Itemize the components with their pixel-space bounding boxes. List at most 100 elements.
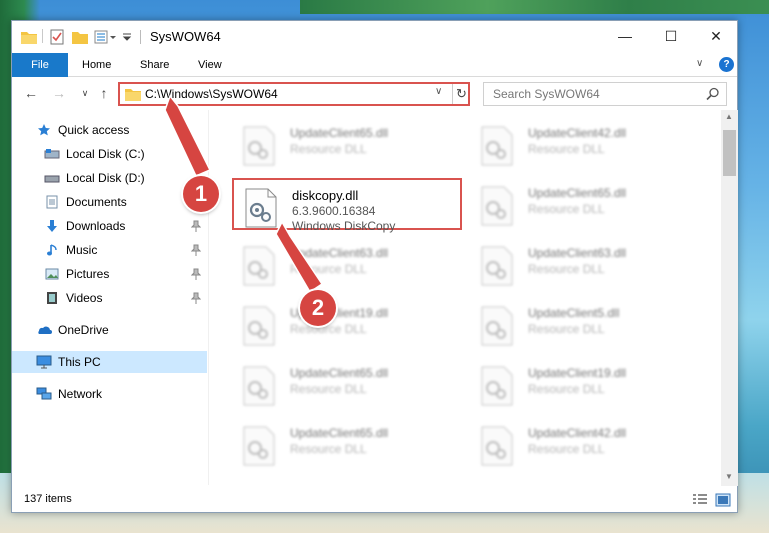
search-placeholder: Search SysWOW64 xyxy=(493,87,600,101)
sidebar-item-label: Documents xyxy=(66,195,127,209)
details-view-icon[interactable] xyxy=(692,493,708,507)
back-button[interactable]: ← xyxy=(22,85,40,101)
refresh-button[interactable]: ↻ xyxy=(452,84,470,104)
new-folder-icon[interactable] xyxy=(72,29,88,45)
file-name: diskcopy.dll xyxy=(292,188,359,203)
sidebar-item-documents[interactable]: Documents xyxy=(12,191,207,213)
file-description: Resource DLL xyxy=(528,382,605,396)
list-item[interactable]: UpdateClient65.dll Resource DLL xyxy=(232,418,462,470)
tab-file[interactable]: File xyxy=(12,53,68,77)
list-item[interactable]: UpdateClient65.dll Resource DLL xyxy=(232,118,462,170)
file-description: Resource DLL xyxy=(528,442,605,456)
list-item-diskcopy[interactable]: diskcopy.dll 6.3.9600.16384 Windows Disk… xyxy=(232,178,462,233)
dll-file-icon xyxy=(480,426,514,466)
dll-file-icon xyxy=(480,246,514,286)
file-description: Resource DLL xyxy=(528,262,605,276)
sidebar-item-label: Local Disk (D:) xyxy=(66,171,145,185)
list-item[interactable]: UpdateClient65.dll Resource DLL xyxy=(232,358,462,410)
sidebar-item-label: Videos xyxy=(66,291,103,305)
computer-icon xyxy=(36,354,52,370)
status-bar: 137 items xyxy=(12,487,737,513)
sidebar-item-local-disk-d[interactable]: Local Disk (D:) xyxy=(12,167,207,189)
dll-file-icon xyxy=(244,188,278,228)
list-item[interactable]: UpdateClient5.dll Resource DLL xyxy=(470,298,700,350)
forward-button[interactable]: → xyxy=(50,85,68,101)
dll-file-icon xyxy=(242,126,276,166)
file-name: UpdateClient65.dll xyxy=(290,126,389,140)
title-separator xyxy=(140,30,141,44)
recent-locations-button[interactable]: ∨ xyxy=(76,85,94,101)
file-description: Resource DLL xyxy=(290,442,367,456)
file-description: Resource DLL xyxy=(528,322,605,336)
dll-file-icon xyxy=(242,306,276,346)
file-name: UpdateClient65.dll xyxy=(290,366,389,380)
sidebar-item-label: OneDrive xyxy=(58,323,109,337)
list-item[interactable]: UpdateClient63.dll Resource DLL xyxy=(232,238,462,290)
file-name: UpdateClient63.dll xyxy=(528,246,627,260)
address-history-dropdown[interactable]: ∨ xyxy=(435,86,442,97)
tab-view[interactable]: View xyxy=(186,53,234,77)
vertical-scrollbar[interactable]: ▲ ▼ xyxy=(721,110,738,486)
expand-ribbon-icon[interactable]: ∨ xyxy=(696,58,703,69)
list-item[interactable]: UpdateClient65.dll Resource DLL xyxy=(470,178,700,230)
folder-icon xyxy=(21,29,37,45)
search-icon[interactable] xyxy=(706,87,720,101)
sidebar-item-onedrive[interactable]: OneDrive xyxy=(12,319,207,341)
file-name: UpdateClient65.dll xyxy=(528,186,627,200)
file-description: Resource DLL xyxy=(290,262,367,276)
sidebar-item-network[interactable]: Network xyxy=(12,383,207,405)
file-version: 6.3.9600.16384 xyxy=(292,204,376,218)
file-name: UpdateClient63.dll xyxy=(290,246,389,260)
star-icon xyxy=(36,122,52,138)
network-icon xyxy=(36,386,52,402)
scroll-down-icon[interactable]: ▼ xyxy=(725,472,733,481)
drive-icon xyxy=(44,170,60,186)
help-icon[interactable]: ? xyxy=(719,57,734,72)
ribbon-tabs: File Home Share View ∨ ? xyxy=(12,53,737,77)
sidebar-item-pictures[interactable]: Pictures xyxy=(12,263,207,285)
list-item[interactable]: UpdateClient42.dll Resource DLL xyxy=(470,418,700,470)
drive-icon xyxy=(44,146,60,162)
scroll-up-icon[interactable]: ▲ xyxy=(725,112,733,121)
file-name: UpdateClient5.dll xyxy=(528,306,620,320)
view-options-icon[interactable] xyxy=(94,29,118,45)
maximize-button[interactable]: ☐ xyxy=(648,21,694,51)
file-name: UpdateClient19.dll xyxy=(528,366,627,380)
minimize-button[interactable]: — xyxy=(602,21,648,51)
sidebar-item-quick-access[interactable]: Quick access xyxy=(12,119,207,141)
pin-icon[interactable] xyxy=(190,292,202,304)
properties-icon[interactable] xyxy=(50,29,66,45)
large-icons-view-icon[interactable] xyxy=(715,493,731,507)
list-item[interactable]: UpdateClient19.dll Resource DLL xyxy=(470,358,700,410)
pin-icon[interactable] xyxy=(190,268,202,280)
dll-file-icon xyxy=(242,246,276,286)
tab-home[interactable]: Home xyxy=(70,53,123,77)
list-item[interactable]: UpdateClient19.dll Resource DLL xyxy=(232,298,462,350)
pin-icon[interactable] xyxy=(190,148,202,160)
navigation-pane: Quick access Local Disk (C:) Local Disk … xyxy=(12,110,207,485)
address-path[interactable]: C:\Windows\SysWOW64 xyxy=(145,86,278,102)
pane-divider[interactable] xyxy=(208,110,209,485)
pictures-icon xyxy=(44,266,60,282)
sidebar-item-this-pc[interactable]: This PC xyxy=(12,351,207,373)
sidebar-item-local-disk-c[interactable]: Local Disk (C:) xyxy=(12,143,207,165)
close-button[interactable]: ✕ xyxy=(693,21,739,51)
pin-icon[interactable] xyxy=(190,220,202,232)
file-description: Resource DLL xyxy=(528,142,605,156)
scrollbar-thumb[interactable] xyxy=(723,130,736,176)
address-bar[interactable]: C:\Windows\SysWOW64 ∨ ↻ xyxy=(118,82,470,106)
up-button[interactable]: ↑ xyxy=(95,85,113,101)
pin-icon[interactable] xyxy=(190,244,202,256)
sidebar-item-label: Network xyxy=(58,387,103,401)
list-item[interactable]: UpdateClient63.dll Resource DLL xyxy=(470,238,700,290)
tab-share[interactable]: Share xyxy=(128,53,181,77)
file-name: UpdateClient42.dll xyxy=(528,126,627,140)
sidebar-item-downloads[interactable]: Downloads xyxy=(12,215,207,237)
dll-file-icon xyxy=(480,126,514,166)
sidebar-item-music[interactable]: Music xyxy=(12,239,207,261)
search-input[interactable]: Search SysWOW64 xyxy=(483,82,727,106)
sidebar-item-videos[interactable]: Videos xyxy=(12,287,207,309)
list-item[interactable]: UpdateClient42.dll Resource DLL xyxy=(470,118,700,170)
quick-access-separator xyxy=(42,29,43,43)
customize-toolbar-icon[interactable] xyxy=(122,29,132,45)
